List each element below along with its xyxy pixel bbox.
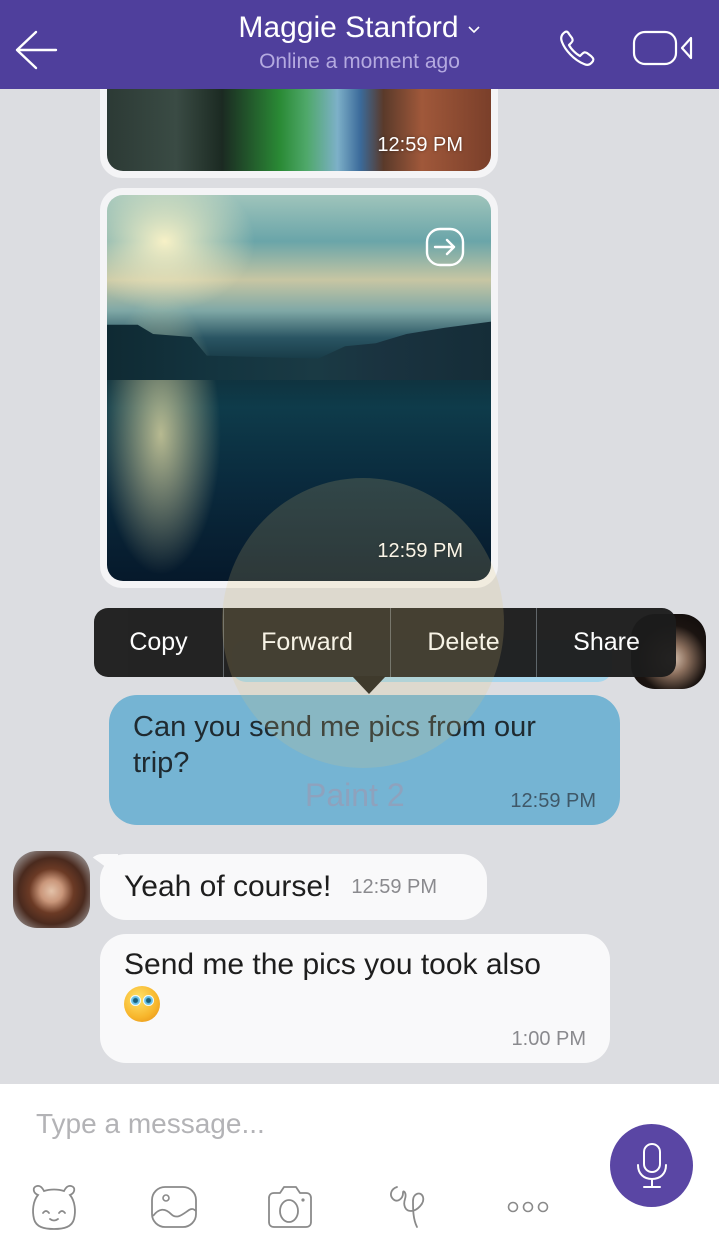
voice-message-button[interactable] [610,1124,693,1207]
more-options-button[interactable] [502,1182,554,1232]
message-input[interactable] [36,1102,576,1146]
share-menu-item[interactable]: Share [537,608,676,677]
voice-call-button[interactable] [556,26,600,70]
video-camera-icon [632,30,693,66]
chevron-down-icon [467,26,480,34]
doodle-button[interactable] [382,1182,434,1232]
forward-arrow-icon [425,227,465,267]
message-text: Can you send me pics from our trip? [133,711,536,779]
incoming-message[interactable]: Send me the pics you took also 1:00 PM [100,934,610,1063]
microphone-icon [636,1142,667,1188]
camera-button[interactable] [264,1182,316,1232]
more-icon [507,1201,549,1213]
message-time: 12:59 PM [377,540,463,562]
sticker-button[interactable] [28,1182,80,1232]
forward-button[interactable] [425,227,465,267]
gallery-icon [151,1186,197,1228]
message-text: Yeah of course! [124,870,332,903]
river-bridge-photo: 12:59 PM [107,195,491,581]
city-skyline [107,321,491,381]
message-time: 1:00 PM [511,1028,586,1050]
incoming-message[interactable]: Yeah of course! 12:59 PM [100,854,487,920]
message-time: 12:59 PM [377,134,463,156]
message-text: Send me the pics you took also [124,948,541,981]
gallery-button[interactable] [148,1182,200,1232]
contact-name-dropdown[interactable]: Maggie Stanford [238,10,480,46]
contact-name: Maggie Stanford [238,11,459,44]
message-time: 12:59 PM [351,875,437,898]
contact-avatar[interactable] [13,851,90,928]
message-context-menu: Copy Forward Delete Share [94,608,676,677]
doodle-icon [390,1186,425,1228]
googly-eyes-emoji-icon [124,986,160,1022]
camera-icon [268,1186,312,1228]
forward-menu-item[interactable]: Forward [224,608,391,677]
image-message[interactable]: 12:59 PM [100,188,498,588]
message-time: 12:59 PM [510,790,596,812]
sticker-icon [32,1184,76,1230]
chat-header: Maggie Stanford Online a moment ago [0,0,719,89]
copy-menu-item[interactable]: Copy [94,608,224,677]
video-call-button[interactable] [630,26,696,70]
contact-status: Online a moment ago [259,50,460,73]
outgoing-message[interactable]: Can you send me pics from our trip? 12:5… [109,695,620,825]
delete-menu-item[interactable]: Delete [391,608,537,677]
message-composer [0,1084,719,1247]
phone-icon [560,30,595,66]
context-menu-pointer [352,676,386,694]
